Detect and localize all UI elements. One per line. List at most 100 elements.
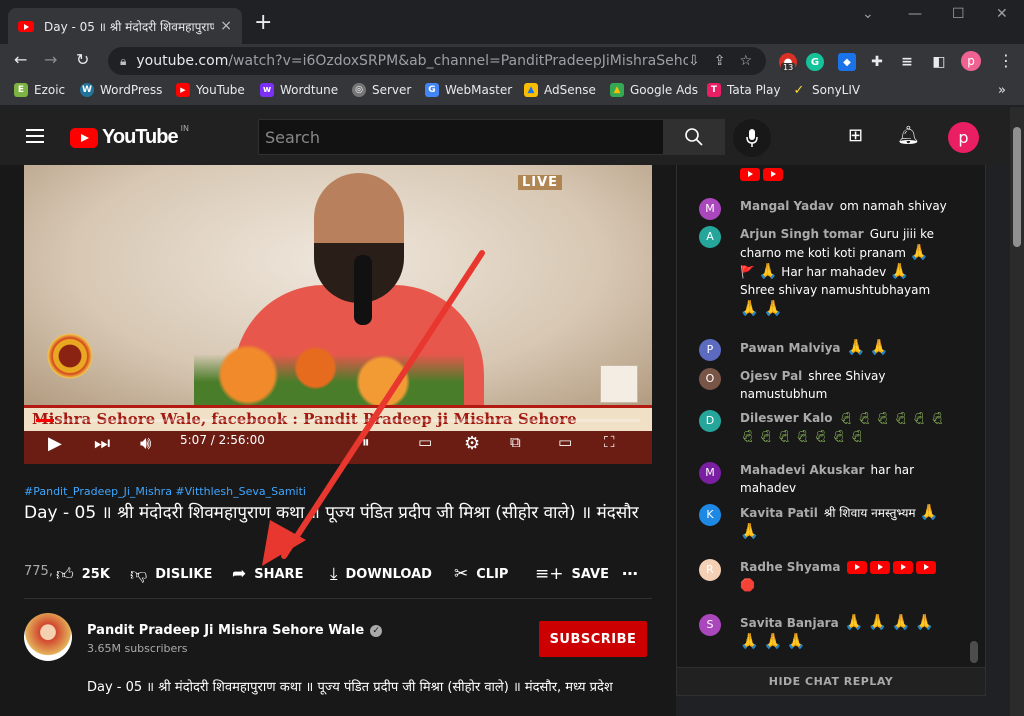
bookmark-star-icon[interactable]: ☆ — [739, 53, 752, 69]
next-icon[interactable]: ⏭︎ — [94, 433, 110, 454]
thumbs-down-icon: 👎︎ — [130, 565, 148, 585]
dislike-label: DISLIKE — [155, 567, 213, 582]
sonyliv-icon: ✓ — [793, 82, 805, 98]
chat-author[interactable]: Mahadevi Akuskar — [740, 463, 864, 477]
chat-author[interactable]: Pawan Malviya — [740, 341, 840, 355]
voice-search-button[interactable] — [733, 119, 771, 157]
tab-strip: Day - 05 ॥ श्री मंदोदरी शिवमहापुराण × + … — [0, 0, 1024, 44]
chat-message: P Pawan Malviya 🙏 🙏 — [699, 338, 949, 361]
more-actions-icon[interactable]: ⋯ — [622, 564, 638, 583]
video-time: 5:07 / 2:56:00 — [180, 433, 265, 447]
search-input[interactable]: Search — [258, 119, 664, 155]
like-button[interactable]: 👍︎ 25K — [56, 564, 110, 585]
subscribe-button[interactable]: SUBSCRIBE — [539, 621, 647, 657]
chat-author[interactable]: Dileswer Kalo — [740, 411, 833, 425]
profile-avatar[interactable]: p — [961, 51, 981, 71]
subtitles-icon[interactable]: ▭ — [418, 433, 432, 451]
tab-close-icon[interactable]: × — [220, 18, 232, 34]
clip-label: CLIP — [476, 566, 509, 582]
hamburger-menu-icon[interactable] — [26, 129, 44, 143]
folded-hands-icon: 🙏 🙏 🙏 — [740, 632, 806, 650]
user-avatar[interactable]: p — [948, 122, 979, 153]
install-app-icon[interactable]: ⇩ — [688, 53, 700, 69]
minimize-icon[interactable]: — — [908, 6, 922, 22]
puzzle-extensions-icon[interactable]: ✚ — [868, 53, 886, 71]
fullscreen-icon[interactable]: ⛶ — [604, 433, 615, 451]
bookmark-label: WordPress — [100, 83, 163, 97]
clip-button[interactable]: ✂ CLIP — [454, 564, 508, 584]
play-icon[interactable]: ▶ — [48, 433, 62, 454]
lock-icon[interactable]: 🔒︎ — [120, 54, 126, 69]
bookmarks-overflow-icon[interactable]: » — [998, 83, 1006, 98]
share-button[interactable]: ➦ SHARE — [232, 564, 303, 584]
close-window-icon[interactable]: ✕ — [996, 6, 1008, 22]
chat-author[interactable]: Kavita Patil — [740, 506, 818, 520]
country-code: IN — [180, 124, 189, 133]
youtube-favicon-icon — [18, 20, 34, 32]
youtube-sticker-icon — [869, 561, 890, 574]
side-panel-icon[interactable]: ◧ — [930, 53, 948, 71]
channel-watermark — [600, 365, 638, 403]
bookmark-server[interactable]: ◎ Server — [352, 83, 411, 97]
bookmark-ezoic[interactable]: E Ezoic — [14, 83, 65, 97]
create-video-icon[interactable]: ⊞ — [848, 125, 863, 146]
chat-author[interactable]: Radhe Shyama — [740, 560, 841, 574]
maximize-icon[interactable]: ☐ — [952, 6, 965, 22]
save-button[interactable]: ≡+ SAVE — [535, 564, 609, 584]
video-actions: 775, 👍︎ 25K 👎︎ DISLIKE ➦ SHARE ⤓ DOWNLOAD ✂ C… — [24, 562, 652, 586]
hashtags[interactable]: #Pandit_Pradeep_Ji_Mishra #Vitthlesh_Sev… — [24, 485, 306, 498]
extension-icon[interactable]: ◆ — [838, 53, 856, 71]
chat-message: M Mahadevi Akuskar har har mahadev — [699, 461, 949, 497]
pause-autoplay-icon[interactable]: ⏸︎ — [362, 433, 370, 451]
bookmark-wordtune[interactable]: w Wordtune — [260, 83, 338, 97]
channel-name[interactable]: Pandit Pradeep Ji Mishra Sehore Wale ✓ — [87, 623, 383, 638]
bookmark-wordpress[interactable]: W WordPress — [80, 83, 162, 97]
wordtune-icon: w — [260, 83, 274, 97]
bookmark-adsense[interactable]: ▲ AdSense — [524, 83, 596, 97]
address-bar[interactable]: 🔒︎ youtube.com /watch?v=i6OzdoxSRPM&ab_c… — [108, 47, 766, 75]
chat-scroll-thumb[interactable] — [970, 641, 978, 663]
media-queue-icon[interactable]: ≡ — [898, 53, 916, 71]
youtube-logo[interactable]: YouTube IN — [70, 124, 189, 149]
theater-mode-icon[interactable]: ▭ — [558, 433, 572, 451]
page-scrollbar[interactable] — [1010, 107, 1024, 716]
forward-icon[interactable]: → — [44, 50, 57, 69]
bookmark-webmaster[interactable]: G WebMaster — [425, 83, 512, 97]
hide-chat-replay-button[interactable]: HIDE CHAT REPLAY — [676, 667, 986, 696]
chat-author[interactable]: Ojesv Pal — [740, 369, 802, 383]
channel-avatar[interactable] — [24, 613, 72, 661]
chat-scrollbar[interactable] — [968, 165, 980, 667]
page-scroll-thumb[interactable] — [1013, 127, 1021, 247]
tab-search-icon[interactable]: ⌄ — [862, 6, 874, 22]
volume-icon[interactable]: 🔊︎ — [140, 433, 151, 454]
folded-hands-icon: 🙏 🙏 🙏 🙏 — [844, 613, 934, 631]
share-page-icon[interactable]: ⇪ — [714, 53, 726, 69]
bookmark-google-ads[interactable]: ▲ Google Ads — [610, 83, 698, 97]
settings-gear-icon[interactable]: ⚙ — [464, 433, 480, 454]
chat-author[interactable]: Savita Banjara — [740, 616, 839, 630]
bookmark-tata-play[interactable]: T Tata Play — [707, 83, 781, 97]
video-player[interactable]: LIVE Mishra Sehore Wale, facebook : Pand… — [24, 165, 652, 464]
kebab-menu-icon[interactable]: ⋮ — [998, 51, 1014, 70]
scissors-icon: ✂ — [454, 564, 469, 584]
youtube-sticker-icon — [763, 168, 783, 181]
miniplayer-icon[interactable]: ⧉ — [510, 433, 521, 451]
youtube-wordmark: YouTube — [102, 126, 179, 148]
chat-author[interactable]: Mangal Yadav — [740, 199, 834, 213]
bookmark-sonyliv[interactable]: ✓ SonyLIV — [792, 82, 861, 98]
dislike-button[interactable]: 👎︎ DISLIKE — [130, 564, 212, 585]
progress-bar[interactable] — [36, 419, 640, 422]
bookmark-youtube[interactable]: ▶ YouTube — [176, 83, 245, 97]
new-tab-button[interactable]: + — [254, 12, 272, 34]
reload-icon[interactable]: ↻ — [76, 50, 89, 69]
back-icon[interactable]: ← — [14, 50, 27, 69]
browser-tab[interactable]: Day - 05 ॥ श्री मंदोदरी शिवमहापुराण × — [8, 8, 242, 44]
grammarly-icon[interactable]: G — [806, 53, 824, 71]
chat-author[interactable]: Arjun Singh tomar — [740, 227, 864, 241]
search-button[interactable] — [663, 119, 725, 155]
notifications-bell-icon[interactable]: 🔔︎ — [897, 125, 920, 146]
bookmark-label: Server — [372, 83, 412, 97]
download-button[interactable]: ⤓ DOWNLOAD — [330, 564, 432, 584]
download-icon: ⤓ — [330, 564, 338, 584]
video-description[interactable]: Day - 05 ॥ श्री मंदोदरी शिवमहापुराण कथा … — [87, 677, 613, 695]
